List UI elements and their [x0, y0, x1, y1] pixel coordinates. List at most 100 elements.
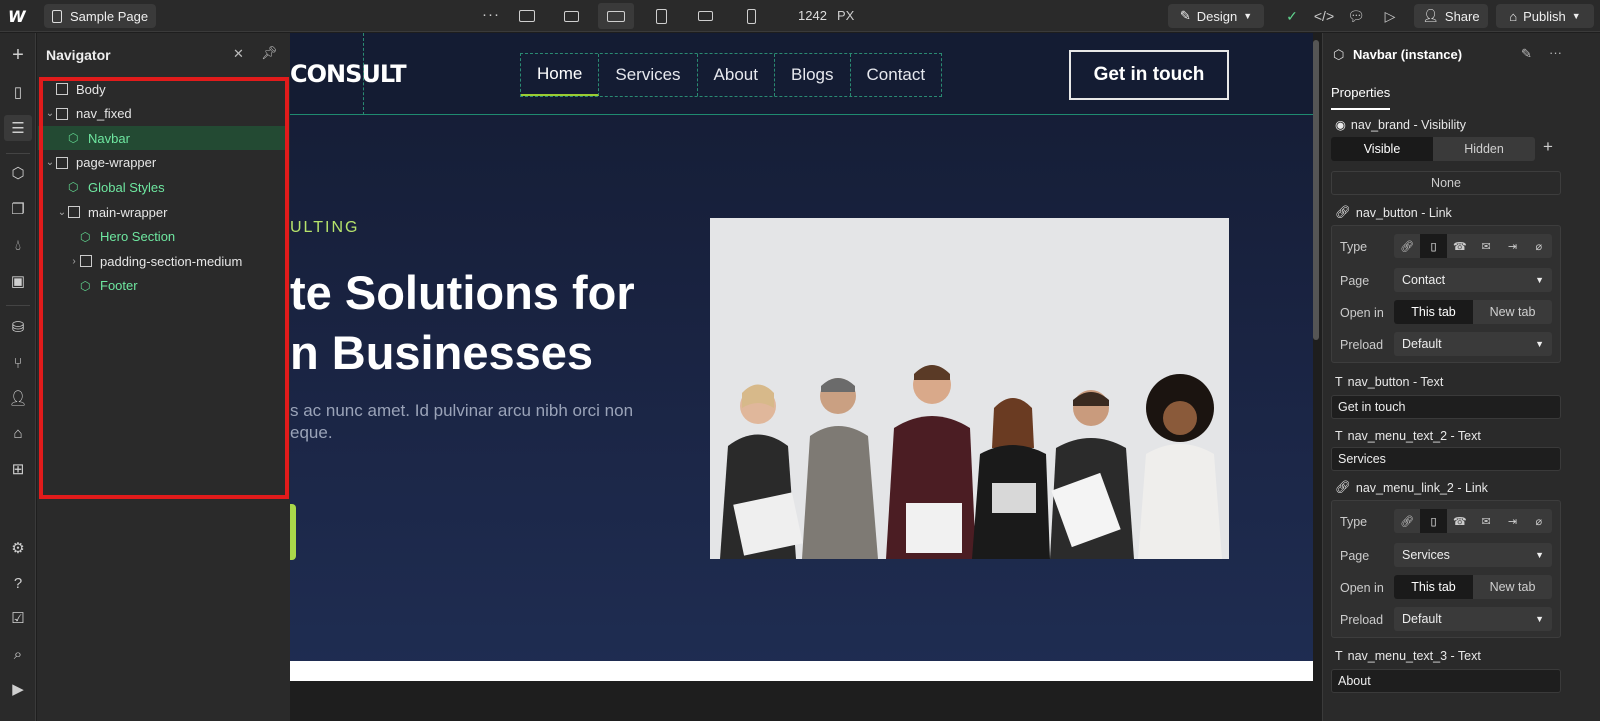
canvas-scrollbar[interactable]	[1313, 40, 1319, 340]
hero-paragraph[interactable]: s ac nunc amet. Id pulvinar arcu nibh or…	[290, 400, 633, 444]
components-icon[interactable]: ⬡	[8, 163, 28, 183]
page-link-icon[interactable]: ▯	[1420, 509, 1447, 533]
panel-title: Navbar (instance)	[1353, 47, 1463, 62]
publish-label: Publish	[1523, 8, 1566, 24]
apps-icon[interactable]: ⊞	[8, 459, 28, 479]
asset-link-icon[interactable]: ⌀	[1526, 234, 1552, 258]
link1-settings: Type 🔗︎ ▯ ☎ ✉ ⇥ ⌀ Page Contact ▼ Open in…	[1331, 225, 1561, 363]
variables-icon[interactable]: 💧︎	[8, 235, 28, 255]
open-in-label: Open in	[1340, 306, 1384, 320]
hero-headline[interactable]: te Solutions for n Businesses	[290, 263, 635, 383]
link1-prop-label: 🔗︎ nav_button - Link	[1335, 205, 1452, 220]
preload-label: Preload	[1340, 338, 1384, 352]
section-link-icon[interactable]: ⇥	[1499, 509, 1525, 533]
this-tab-option[interactable]: This tab	[1394, 300, 1473, 324]
logic-icon[interactable]: ⑂	[8, 353, 28, 373]
visible-option[interactable]: Visible	[1331, 137, 1433, 161]
page-selector-button[interactable]: Sample Page	[44, 4, 156, 28]
publish-button[interactable]: ⌂ Publish ▼	[1496, 4, 1594, 28]
audit-icon[interactable]: ☑	[8, 608, 28, 628]
mobile-portrait-breakpoint-icon[interactable]	[740, 5, 762, 27]
preload-dropdown[interactable]: Default ▼	[1394, 607, 1552, 631]
tab-properties[interactable]: Properties	[1331, 85, 1391, 110]
cms-icon[interactable]: ⛁	[8, 317, 28, 337]
hero-button-edge[interactable]	[290, 504, 296, 560]
page-dropdown[interactable]: Services ▼	[1394, 543, 1552, 567]
add-icon[interactable]: +	[1543, 137, 1553, 157]
laptop-breakpoint-icon[interactable]	[598, 3, 634, 29]
new-tab-option[interactable]: New tab	[1473, 575, 1552, 599]
type-label: Type	[1340, 240, 1368, 254]
publish-status-icon[interactable]: ✓	[1282, 6, 1302, 26]
asset-link-icon[interactable]: ⌀	[1526, 509, 1552, 533]
link-type-selector: 🔗︎ ▯ ☎ ✉ ⇥ ⌀	[1394, 509, 1552, 533]
users-icon[interactable]: 👤︎	[8, 388, 28, 408]
open-in-toggle: This tab New tab	[1394, 575, 1552, 599]
assets-icon[interactable]: ▣	[8, 271, 28, 291]
visibility-toggle: Visible Hidden	[1331, 137, 1535, 161]
mode-label: Design	[1196, 8, 1238, 24]
site-menu-link[interactable]: About	[698, 54, 775, 96]
visibility-binding[interactable]: None	[1331, 171, 1561, 195]
section-link-icon[interactable]: ⇥	[1499, 234, 1525, 258]
mode-dropdown[interactable]: ✎ Design ▼	[1168, 4, 1264, 28]
hidden-option[interactable]: Hidden	[1433, 137, 1535, 161]
site-menu-link[interactable]: Home	[521, 54, 600, 96]
hero-eyebrow[interactable]: ULTING	[290, 219, 359, 237]
nav-menu-text-3-input[interactable]: About	[1331, 669, 1561, 693]
site-brand[interactable]: CONSULT	[290, 60, 407, 88]
top-toolbar: W Sample Page ··· 1242 PX ✎ Design ▼ ✓ <…	[0, 0, 1600, 32]
desktop-breakpoint-icon[interactable]	[516, 5, 538, 27]
preview-play-icon[interactable]: ▷	[1380, 6, 1400, 26]
phone-link-icon[interactable]: ☎	[1447, 234, 1473, 258]
webflow-designer: W Sample Page ··· 1242 PX ✎ Design ▼ ✓ <…	[0, 0, 1600, 721]
comments-icon[interactable]: 💬︎	[1346, 6, 1366, 26]
styles-icon[interactable]: ❐	[8, 199, 28, 219]
page-link-icon[interactable]: ▯	[1420, 234, 1447, 258]
more-options-icon[interactable]: ···	[1549, 45, 1562, 60]
tablet-breakpoint-icon[interactable]	[650, 5, 672, 27]
hero-team-image[interactable]	[710, 218, 1229, 559]
collapse-all-icon[interactable]: ✕	[233, 46, 244, 62]
navigator-icon[interactable]: ☰	[4, 115, 32, 141]
page-name: Sample Page	[70, 8, 149, 24]
page-icon	[52, 9, 62, 23]
design-canvas[interactable]: CONSULT Home Services About Blogs Contact Ge…	[290, 33, 1313, 681]
email-link-icon[interactable]: ✉	[1473, 234, 1499, 258]
share-button[interactable]: 👤︎ Share	[1414, 4, 1488, 28]
site-menu: Home Services About Blogs Contact	[520, 53, 943, 97]
webflow-logo-icon[interactable]: W	[8, 7, 28, 26]
url-link-icon[interactable]: 🔗︎	[1394, 234, 1420, 258]
this-tab-option[interactable]: This tab	[1394, 575, 1473, 599]
phone-link-icon[interactable]: ☎	[1447, 509, 1473, 533]
get-in-touch-button[interactable]: Get in touch	[1069, 50, 1229, 100]
open-in-label: Open in	[1340, 581, 1384, 595]
new-tab-option[interactable]: New tab	[1473, 300, 1552, 324]
eye-icon: ◉	[1335, 118, 1346, 132]
pages-icon[interactable]: ▯	[8, 82, 28, 102]
page-dropdown[interactable]: Contact ▼	[1394, 268, 1552, 292]
site-navbar[interactable]: CONSULT Home Services About Blogs Contact Ge…	[290, 33, 1313, 115]
site-menu-link[interactable]: Contact	[851, 54, 942, 96]
video-tutorials-icon[interactable]: ▶	[8, 679, 28, 699]
email-link-icon[interactable]: ✉	[1473, 509, 1499, 533]
preload-dropdown[interactable]: Default ▼	[1394, 332, 1552, 356]
ecommerce-icon[interactable]: ⌂	[8, 423, 28, 443]
nav-button-text-input[interactable]: Get in touch	[1331, 395, 1561, 419]
desktop-base-breakpoint-icon[interactable]	[560, 5, 582, 27]
mobile-landscape-breakpoint-icon[interactable]	[694, 5, 716, 27]
pin-icon[interactable]: 📌︎	[261, 45, 278, 61]
search-icon[interactable]: ⌕	[8, 644, 28, 664]
code-icon[interactable]: </>	[1314, 6, 1334, 26]
edit-component-icon[interactable]: ✎	[1521, 46, 1532, 62]
more-options-icon[interactable]: ···	[482, 6, 500, 23]
add-elements-icon[interactable]: +	[8, 44, 28, 66]
nav-menu-text-2-input[interactable]: Services	[1331, 447, 1561, 471]
settings-icon[interactable]: ⚙	[8, 538, 28, 558]
help-icon[interactable]: ?	[8, 573, 28, 593]
properties-panel: ⬡ Navbar (instance) ✎ ··· Properties ◉ n…	[1322, 33, 1600, 721]
site-menu-link[interactable]: Blogs	[775, 54, 851, 96]
site-menu-link[interactable]: Services	[599, 54, 698, 96]
url-link-icon[interactable]: 🔗︎	[1394, 509, 1420, 533]
canvas-width-value[interactable]: 1242	[798, 8, 827, 23]
